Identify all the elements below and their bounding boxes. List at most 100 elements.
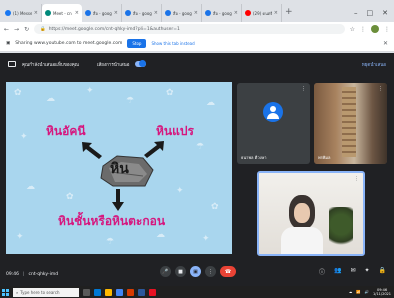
chrome-icon[interactable] xyxy=(116,288,123,296)
minimize-icon[interactable]: – xyxy=(354,9,358,17)
doodle-icon: ✦ xyxy=(176,186,184,196)
wifi-icon[interactable]: 📶 xyxy=(356,290,360,294)
doc-icon xyxy=(205,10,211,16)
close-icon[interactable]: ✕ xyxy=(383,40,388,47)
back-icon[interactable]: ← xyxy=(4,26,9,33)
person-shirt xyxy=(281,227,323,254)
forward-icon[interactable]: → xyxy=(14,26,19,33)
person-face xyxy=(294,203,310,223)
app-icon[interactable] xyxy=(149,288,156,296)
tab-label: สื่อ - google xyxy=(173,10,192,16)
participant-tile[interactable]: ⋮ พรพิมล xyxy=(314,83,387,164)
stop-presenting-button[interactable]: หยุดนำเสนอ xyxy=(362,61,386,68)
close-tab-icon[interactable]: × xyxy=(114,10,118,16)
participant-name: พรพิมล xyxy=(318,155,331,160)
doodle-icon: ✿ xyxy=(66,192,74,202)
meeting-code: cnt-qhky-imd xyxy=(28,272,59,277)
browser-tab[interactable]: สื่อ - google × xyxy=(162,4,202,22)
extensions-icon[interactable]: ⋮ xyxy=(360,26,366,33)
browser-tab[interactable]: (1) Messenger × xyxy=(2,4,42,22)
address-bar-row: ← → ↻ 🔒 https://meet.google.com/cnt-qhky… xyxy=(0,22,394,36)
file-explorer-icon[interactable] xyxy=(105,288,112,296)
people-icon[interactable]: 👥 xyxy=(334,267,341,276)
close-tab-icon[interactable]: × xyxy=(34,10,38,16)
doc-icon xyxy=(125,10,131,16)
windows-start-icon[interactable] xyxy=(2,288,9,296)
share-audio-label: เสียงการนำเสนอ xyxy=(96,62,130,68)
maximize-icon[interactable]: □ xyxy=(367,9,374,17)
doodle-icon: ✦ xyxy=(202,234,210,244)
word-icon[interactable] xyxy=(138,288,145,296)
leave-call-icon[interactable]: ☎ xyxy=(220,266,236,277)
doodle-icon: ☁ xyxy=(156,230,165,240)
present-now-icon[interactable]: ▣ xyxy=(190,266,201,277)
profile-avatar[interactable] xyxy=(371,25,379,33)
arrow-up-right-icon xyxy=(144,141,164,158)
browser-tab[interactable]: สื่อ - google × xyxy=(122,4,162,22)
search-placeholder: Type here to search xyxy=(20,289,60,295)
show-this-tab-button[interactable]: Show this tab instead xyxy=(151,41,194,46)
star-icon[interactable]: ☆ xyxy=(350,26,355,33)
separator: | xyxy=(22,272,25,277)
browser-tab-active[interactable]: Meet - cn × xyxy=(42,4,82,22)
reload-icon[interactable]: ↻ xyxy=(24,26,29,33)
close-tab-icon[interactable]: × xyxy=(154,10,158,16)
plant xyxy=(329,207,353,251)
menu-icon[interactable]: ⋮ xyxy=(384,26,390,33)
share-audio-toggle[interactable] xyxy=(135,60,147,67)
more-options-icon[interactable]: ⋮ xyxy=(301,86,306,92)
browser-tab[interactable]: สื่อ - google × xyxy=(82,4,122,22)
clock[interactable]: 09:46 1/11/2021 xyxy=(373,288,391,296)
tab-label: สื่อ - google xyxy=(213,10,232,16)
present-icon xyxy=(8,61,16,67)
tab-label: สื่อ - google xyxy=(133,10,152,16)
meeting-time: 09:46 xyxy=(6,272,19,277)
browser-tab[interactable]: สื่อ - google × xyxy=(202,4,242,22)
close-tab-icon[interactable]: × xyxy=(274,10,278,16)
doodle-icon: ✦ xyxy=(86,86,94,96)
info-icon[interactable]: ⓘ xyxy=(319,267,325,276)
slide-label-sedimentary: หินชั้นหรือหินตะกอน xyxy=(58,214,166,228)
window-blinds xyxy=(342,87,356,157)
url-field[interactable]: 🔒 https://meet.google.com/cnt-qhky-imd?p… xyxy=(34,24,345,34)
lock-icon[interactable]: 🔒 xyxy=(379,267,386,276)
messenger-icon xyxy=(5,10,11,16)
close-tab-icon[interactable]: × xyxy=(75,10,79,16)
lock-icon: 🔒 xyxy=(40,26,46,32)
camera-icon[interactable]: ■ xyxy=(175,266,186,277)
url-text: https://meet.google.com/cnt-qhky-imd?pli… xyxy=(48,26,180,32)
doodle-icon: ☂ xyxy=(106,237,115,247)
doodle-icon: ☂ xyxy=(126,96,135,106)
task-view-icon[interactable] xyxy=(83,288,90,296)
stop-sharing-button[interactable]: Stop xyxy=(127,39,147,48)
system-tray: ☁ 📶 🔊 09:46 1/11/2021 xyxy=(349,288,394,296)
tab-label: Meet - cn xyxy=(53,10,72,16)
doodle-icon: ☁ xyxy=(26,182,35,192)
self-video-tile[interactable]: ⋮ xyxy=(257,171,365,256)
doodle-icon: ✦ xyxy=(20,132,28,142)
doodle-icon: ☂ xyxy=(196,142,205,152)
close-tab-icon[interactable]: × xyxy=(194,10,198,16)
browser-tab[interactable]: (29) ดนตรี × xyxy=(242,4,282,22)
more-options-icon[interactable]: ⋮ xyxy=(378,86,383,92)
presenting-label: คุณกำลังนำเสนอแท็บของคุณ xyxy=(22,62,79,68)
shared-presentation: ✿ ☁ ✦ ☂ ✿ ☁ ✦ ☂ ☁ ✿ ✦ ✿ ✦ ☂ ☁ ✦ หิน หินอ… xyxy=(6,82,232,254)
edge-icon[interactable] xyxy=(94,288,101,296)
taskbar-search[interactable]: ⌕ Type here to search xyxy=(13,287,79,297)
more-options-icon[interactable]: ⋮ xyxy=(354,176,359,182)
call-controls: 🎤 ■ ▣ ⋮ ☎ xyxy=(160,266,236,277)
doodle-icon: ✿ xyxy=(14,88,22,98)
arrow-up-left-icon xyxy=(82,142,102,159)
close-tab-icon[interactable]: × xyxy=(234,10,238,16)
activities-icon[interactable]: ✦ xyxy=(364,267,369,276)
weather-icon[interactable]: ☁ xyxy=(349,290,353,294)
mic-icon[interactable]: 🎤 xyxy=(160,266,171,277)
chat-icon[interactable]: ✉ xyxy=(350,267,355,276)
close-window-icon[interactable]: ✕ xyxy=(382,9,388,17)
more-options-icon[interactable]: ⋮ xyxy=(205,266,216,277)
powerpoint-icon[interactable] xyxy=(127,288,134,296)
new-tab-button[interactable]: + xyxy=(282,4,296,22)
participant-tile[interactable]: ⋮ ธนาพล ดีวงษา xyxy=(237,83,310,164)
volume-icon[interactable]: 🔊 xyxy=(365,290,369,294)
participant-name: ธนาพล ดีวงษา xyxy=(241,155,267,160)
